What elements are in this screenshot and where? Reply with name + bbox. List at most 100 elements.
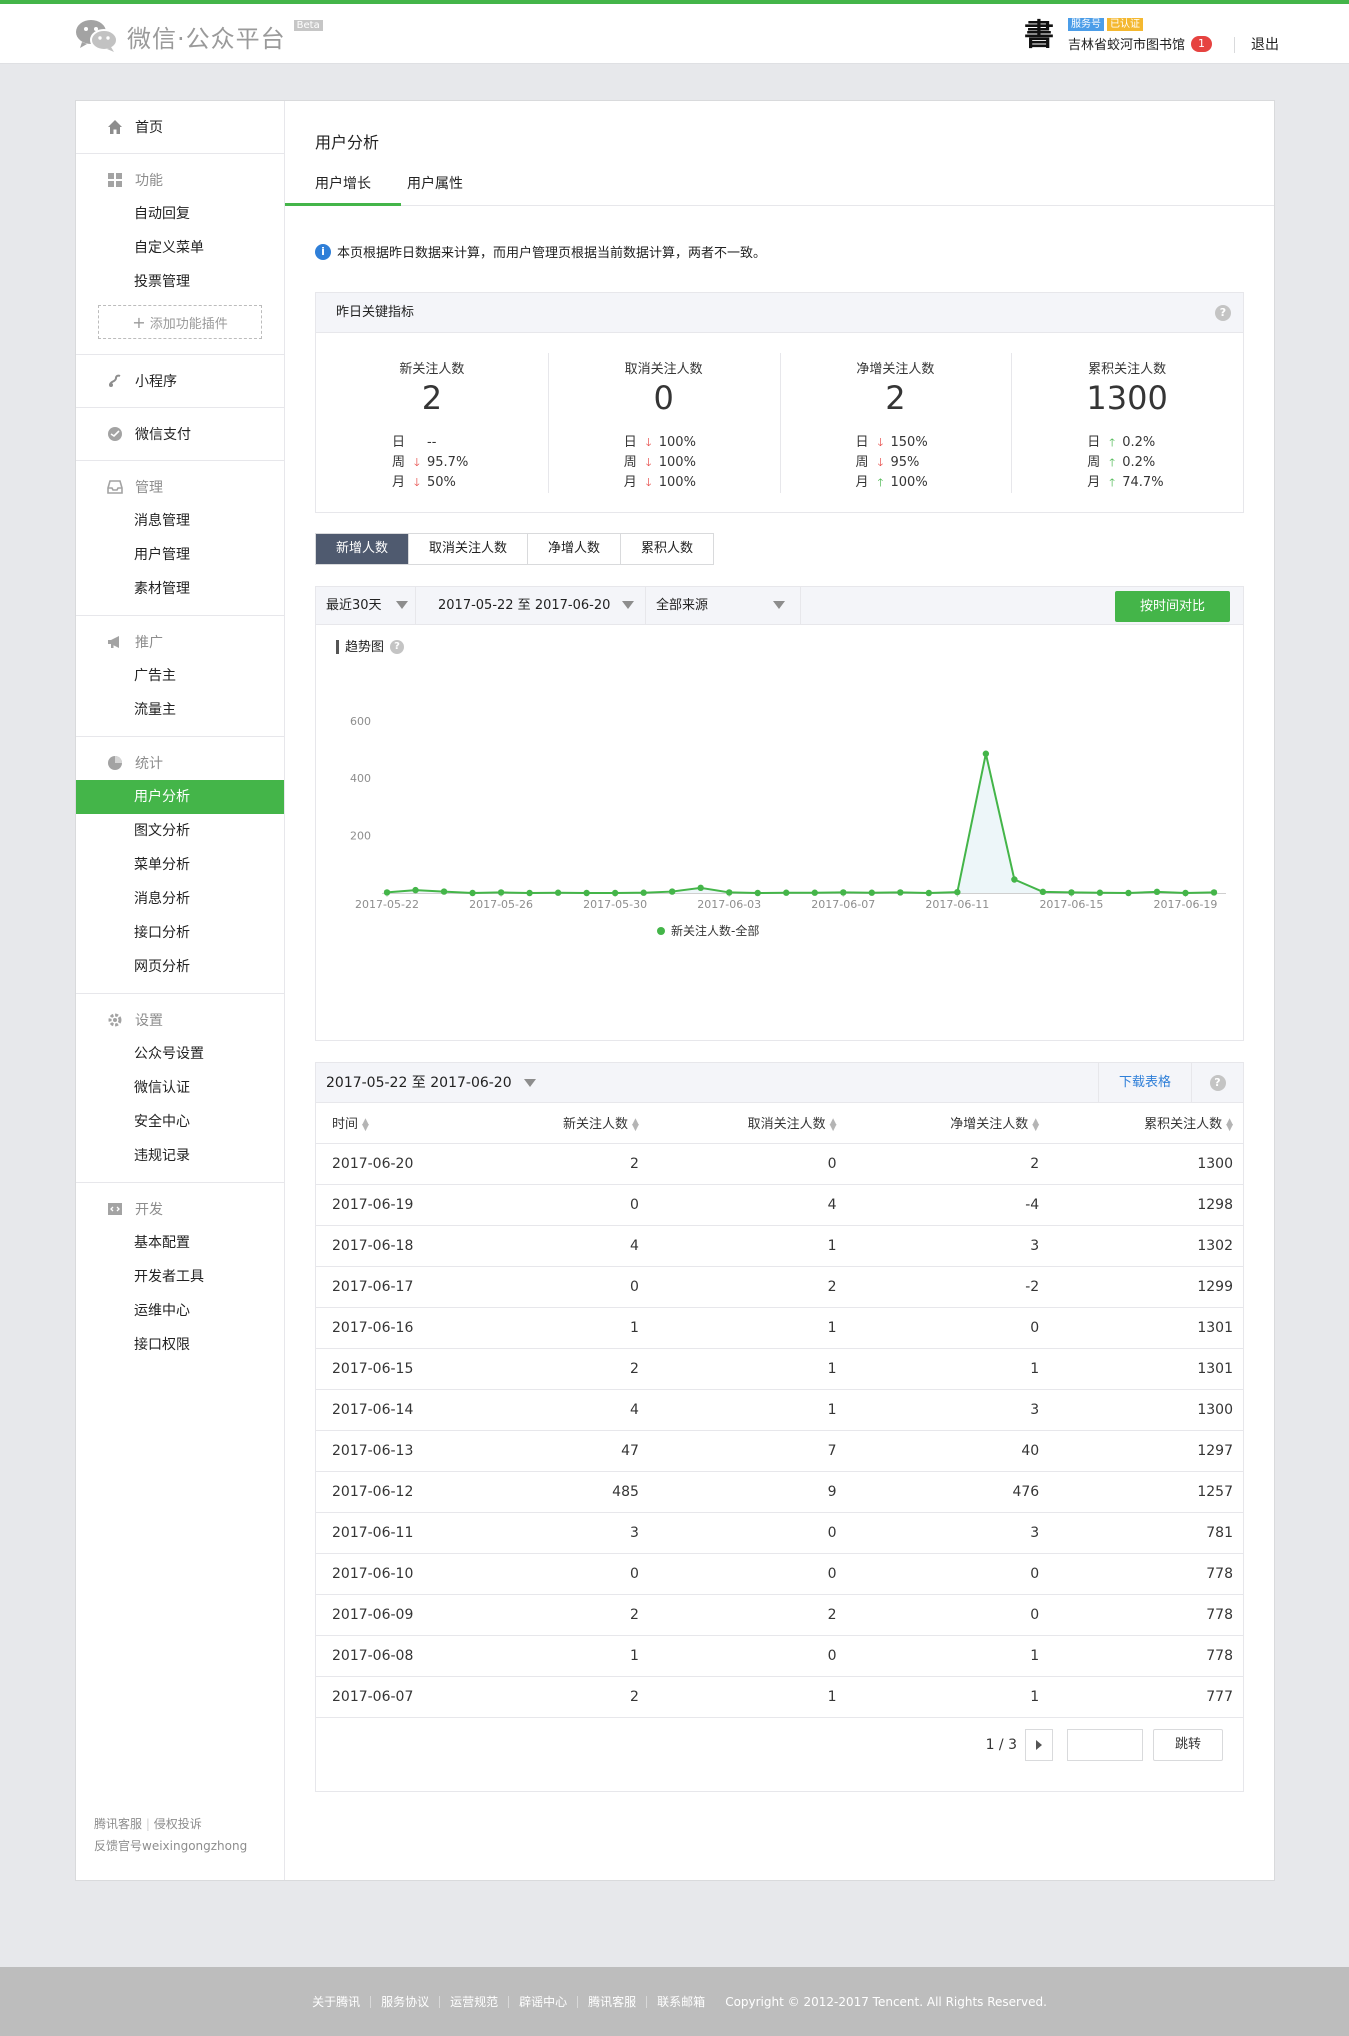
brand-logo[interactable]: 微信·公众平台 Beta — [75, 18, 323, 54]
next-page-button[interactable] — [1025, 1729, 1053, 1761]
date-range-select[interactable]: 2017-05-22 至 2017-06-20 — [416, 587, 646, 624]
table-row: 2017-06-08 1 0 1 778 — [316, 1635, 1243, 1677]
account-name[interactable]: 吉林省蛟河市图书馆 — [1068, 34, 1185, 53]
metric-tab-new[interactable]: 新增人数 — [316, 534, 409, 564]
x-tick-label: 2017-06-11 — [925, 898, 989, 911]
table-cell: 2017-06-16 — [316, 1307, 510, 1349]
column-header-date[interactable]: 时间 ▲ ▼ — [316, 1103, 510, 1144]
sidebar-item-message-analysis[interactable]: 消息分析 — [76, 882, 284, 916]
data-point — [840, 889, 847, 896]
kpi-row-label: 月 — [623, 475, 637, 490]
sidebar-item-publisher[interactable]: 流量主 — [76, 693, 284, 727]
table-cell: 0 — [509, 1266, 639, 1308]
data-table: 时间 ▲ ▼ 新关注人数 ▲ ▼ 取消关注人数 ▲ ▼ 净增关注人数 ▲ ▼ 累积关注人数 ▲ ▼ … — [316, 1103, 1243, 1718]
footer-link-rules[interactable]: 运营规范 — [440, 1995, 510, 2008]
arrow-down-icon: 🡓 — [645, 456, 652, 469]
table-cell: 0 — [638, 1553, 837, 1595]
kpi-change-row: 日 🡓 100% — [624, 433, 696, 453]
footer-link-service[interactable]: 腾讯客服 — [578, 1995, 648, 2008]
metric-tabs: 新增人数 取消关注人数 净增人数 累积人数 — [315, 533, 715, 565]
help-icon[interactable]: ? — [1215, 305, 1231, 321]
table-cell: 1 — [836, 1676, 1040, 1718]
table-cell: 0 — [509, 1553, 639, 1595]
metric-tab-unfollow[interactable]: 取消关注人数 — [408, 534, 528, 564]
infringement-link[interactable]: 侵权投诉 — [154, 1817, 202, 1831]
sidebar-item-verification[interactable]: 微信认证 — [76, 1071, 284, 1105]
table-cell: 1299 — [1039, 1266, 1243, 1308]
sidebar-item-miniprogram[interactable]: 小程序 — [76, 364, 284, 398]
compare-by-time-button[interactable]: 按时间对比 — [1115, 591, 1230, 622]
sidebar-item-user-analysis[interactable]: 用户分析 — [76, 780, 284, 814]
footer-link-about[interactable]: 关于腾讯 — [302, 1995, 372, 2008]
kpi-label: 累积关注人数 — [1088, 362, 1167, 377]
sidebar-item-menu-analysis[interactable]: 菜单分析 — [76, 848, 284, 882]
column-header-net[interactable]: 净增关注人数 ▲ ▼ — [836, 1103, 1040, 1144]
tab-user-attributes[interactable]: 用户属性 — [377, 165, 493, 206]
metric-tab-net[interactable]: 净增人数 — [527, 534, 621, 564]
footer-link-terms[interactable]: 服务协议 — [371, 1995, 441, 2008]
table-row: 2017-06-12 485 9 476 1257 — [316, 1471, 1243, 1513]
data-point — [925, 889, 933, 897]
source-select[interactable]: 全部来源 — [646, 587, 801, 624]
table-cell: 0 — [509, 1184, 639, 1226]
sidebar-item-custom-menu[interactable]: 自定义菜单 — [76, 231, 284, 265]
message-count-badge[interactable]: 1 — [1191, 35, 1213, 52]
table-cell: 1 — [509, 1635, 639, 1677]
sidebar-item-auto-reply[interactable]: 自动回复 — [76, 197, 284, 231]
sidebar-item-basic-config[interactable]: 基本配置 — [76, 1226, 284, 1260]
jump-button[interactable]: 跳转 — [1153, 1729, 1223, 1761]
sidebar-item-api-analysis[interactable]: 接口分析 — [76, 916, 284, 950]
sidebar-item-wxpay[interactable]: 微信支付 — [76, 417, 284, 451]
column-header-cumulative[interactable]: 累积关注人数 ▲ ▼ — [1039, 1103, 1243, 1144]
footer-link-email[interactable]: 联系邮箱 — [647, 1996, 715, 2008]
column-header-new[interactable]: 新关注人数 ▲ ▼ — [509, 1103, 639, 1144]
data-point — [754, 889, 761, 897]
table-cell: 0 — [836, 1307, 1040, 1349]
chevron-down-icon — [396, 601, 408, 609]
kpi-row-label: 日 — [1087, 435, 1101, 450]
legend-label: 新关注人数-全部 — [671, 923, 759, 938]
sidebar-item-materials[interactable]: 素材管理 — [76, 572, 284, 606]
series-area — [387, 753, 1214, 893]
sidebar-item-account-settings[interactable]: 公众号设置 — [76, 1037, 284, 1071]
arrow-down-icon: 🡓 — [414, 456, 420, 469]
sidebar-item-messages[interactable]: 消息管理 — [76, 504, 284, 538]
footer-link-rumor[interactable]: 辟谣中心 — [509, 1995, 579, 2008]
page-jump-input[interactable] — [1067, 1729, 1143, 1761]
sidebar-item-users[interactable]: 用户管理 — [76, 538, 284, 572]
table-row: 2017-06-14 4 1 3 1300 — [316, 1389, 1243, 1431]
metric-tab-cumulative[interactable]: 累积人数 — [620, 534, 714, 564]
kpi-row-label: 周 — [1087, 455, 1101, 470]
sidebar-item-violations[interactable]: 违规记录 — [76, 1139, 284, 1173]
customer-service-link[interactable]: 腾讯客服 — [94, 1817, 142, 1831]
sidebar-item-vote[interactable]: 投票管理 — [76, 265, 284, 299]
help-icon[interactable]: ? — [1209, 1075, 1226, 1091]
logout-link[interactable]: 退出 — [1234, 36, 1279, 53]
table-cell: 2017-06-18 — [316, 1225, 510, 1267]
table-cell: 9 — [638, 1471, 837, 1513]
sidebar-item-home[interactable]: 首页 — [76, 110, 284, 144]
period-select[interactable]: 最近30天 — [316, 587, 416, 624]
sidebar-item-security[interactable]: 安全中心 — [76, 1105, 284, 1139]
table-cell: 3 — [836, 1225, 1040, 1267]
sort-icon: ▲ ▼ — [1032, 1116, 1040, 1133]
download-table-link[interactable]: 下载表格 — [1097, 1063, 1171, 1103]
sidebar-item-ops-center[interactable]: 运维中心 — [76, 1294, 284, 1328]
column-header-unfollow[interactable]: 取消关注人数 ▲ ▼ — [638, 1103, 837, 1144]
sidebar-item-web-analysis[interactable]: 网页分析 — [76, 950, 284, 984]
table-date-range[interactable]: 2017-05-22 至 2017-06-20 — [326, 1063, 537, 1103]
account-avatar[interactable]: 書 — [1022, 18, 1056, 53]
kpi-change-row: 月 🡓 50% — [392, 473, 468, 493]
service-account-badge: 服务号 — [1068, 18, 1104, 31]
data-point — [440, 888, 448, 895]
sidebar-item-dev-tools[interactable]: 开发者工具 — [76, 1260, 284, 1294]
sidebar-item-api-permissions[interactable]: 接口权限 — [76, 1328, 284, 1362]
table-cell: 476 — [836, 1471, 1040, 1513]
table-cell: 1297 — [1039, 1430, 1243, 1472]
kpi-change-row: 周 🡓 95.7% — [392, 453, 468, 473]
sidebar-item-advertiser[interactable]: 广告主 — [76, 659, 284, 693]
sidebar-item-article-analysis[interactable]: 图文分析 — [76, 814, 284, 848]
kpi-change-row: 日 -- — [392, 433, 468, 453]
help-icon[interactable]: ? — [390, 640, 405, 654]
add-plugin-button[interactable]: + 添加功能插件 — [98, 305, 262, 339]
